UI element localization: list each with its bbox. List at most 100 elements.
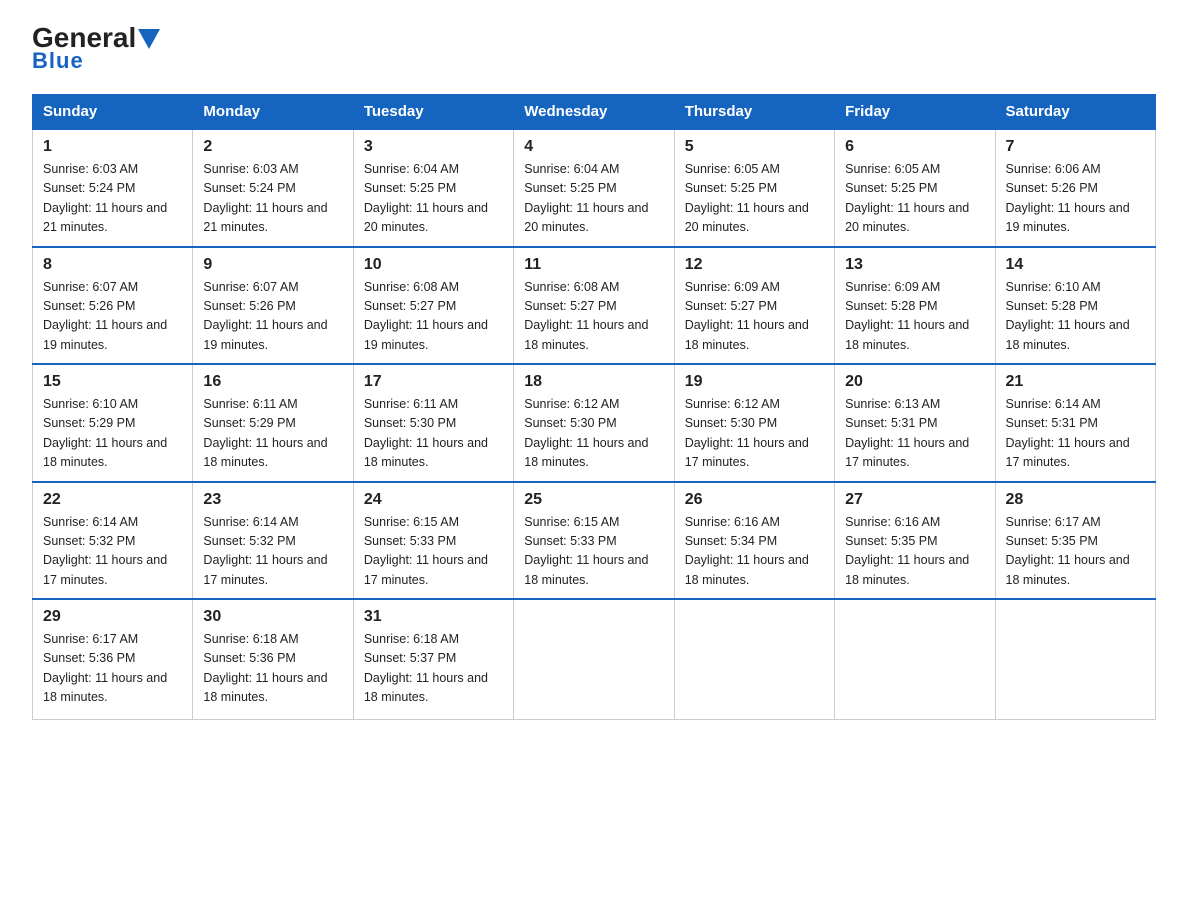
day-info: Sunrise: 6:15 AMSunset: 5:33 PMDaylight:… <box>364 513 503 591</box>
day-number: 12 <box>685 256 824 274</box>
day-number: 5 <box>685 138 824 156</box>
day-number: 19 <box>685 373 824 391</box>
calendar-cell: 6 Sunrise: 6:05 AMSunset: 5:25 PMDaylight… <box>835 129 995 247</box>
header-day-saturday: Saturday <box>995 95 1155 130</box>
calendar-cell: 14Sunrise: 6:10 AMSunset: 5:28 PMDayligh… <box>995 247 1155 365</box>
calendar-cell <box>995 599 1155 719</box>
calendar-cell: 8Sunrise: 6:07 AMSunset: 5:26 PMDaylight… <box>33 247 193 365</box>
day-info: Sunrise: 6:16 AMSunset: 5:35 PMDaylight:… <box>845 513 984 591</box>
day-number: 14 <box>1006 256 1145 274</box>
day-number: 10 <box>364 256 503 274</box>
day-info: Sunrise: 6:08 AMSunset: 5:27 PMDaylight:… <box>524 278 663 356</box>
day-info: Sunrise: 6:03 AMSunset: 5:24 PMDaylight:… <box>203 160 342 238</box>
calendar-cell: 13 Sunrise: 6:09 AMSunset: 5:28 PMDayligh… <box>835 247 995 365</box>
header-day-wednesday: Wednesday <box>514 95 674 130</box>
day-info: Sunrise: 6:14 AMSunset: 5:32 PMDaylight:… <box>203 513 342 591</box>
calendar-cell: 28Sunrise: 6:17 AMSunset: 5:35 PMDayligh… <box>995 482 1155 600</box>
calendar-cell: 22 Sunrise: 6:14 AMSunset: 5:32 PMDayligh… <box>33 482 193 600</box>
day-number: 2 <box>203 138 342 156</box>
day-number: 4 <box>524 138 663 156</box>
calendar-cell: 26 Sunrise: 6:16 AMSunset: 5:34 PMDayligh… <box>674 482 834 600</box>
calendar-cell: 24 Sunrise: 6:15 AMSunset: 5:33 PMDayligh… <box>353 482 513 600</box>
day-info: Sunrise: 6:12 AMSunset: 5:30 PMDaylight:… <box>524 395 663 473</box>
day-number: 31 <box>364 608 503 626</box>
header-day-thursday: Thursday <box>674 95 834 130</box>
logo-blue: Blue <box>32 48 84 74</box>
day-info: Sunrise: 6:03 AMSunset: 5:24 PMDaylight:… <box>43 160 182 238</box>
logo: General Blue <box>32 24 160 74</box>
calendar-cell: 30 Sunrise: 6:18 AMSunset: 5:36 PMDayligh… <box>193 599 353 719</box>
day-info: Sunrise: 6:09 AMSunset: 5:28 PMDaylight:… <box>845 278 984 356</box>
day-number: 26 <box>685 491 824 509</box>
day-info: Sunrise: 6:16 AMSunset: 5:34 PMDaylight:… <box>685 513 824 591</box>
day-info: Sunrise: 6:07 AMSunset: 5:26 PMDaylight:… <box>203 278 342 356</box>
calendar-cell: 10 Sunrise: 6:08 AMSunset: 5:27 PMDayligh… <box>353 247 513 365</box>
day-info: Sunrise: 6:09 AMSunset: 5:27 PMDaylight:… <box>685 278 824 356</box>
day-info: Sunrise: 6:08 AMSunset: 5:27 PMDaylight:… <box>364 278 503 356</box>
week-row-1: 1 Sunrise: 6:03 AMSunset: 5:24 PMDaylight… <box>33 129 1156 247</box>
header-row: SundayMondayTuesdayWednesdayThursdayFrid… <box>33 95 1156 130</box>
calendar-cell: 21 Sunrise: 6:14 AMSunset: 5:31 PMDayligh… <box>995 364 1155 482</box>
day-info: Sunrise: 6:04 AMSunset: 5:25 PMDaylight:… <box>524 160 663 238</box>
day-info: Sunrise: 6:17 AMSunset: 5:35 PMDaylight:… <box>1006 513 1145 591</box>
calendar-cell: 27 Sunrise: 6:16 AMSunset: 5:35 PMDayligh… <box>835 482 995 600</box>
calendar-cell: 4 Sunrise: 6:04 AMSunset: 5:25 PMDaylight… <box>514 129 674 247</box>
week-row-4: 22 Sunrise: 6:14 AMSunset: 5:32 PMDayligh… <box>33 482 1156 600</box>
day-number: 6 <box>845 138 984 156</box>
day-info: Sunrise: 6:07 AMSunset: 5:26 PMDaylight:… <box>43 278 182 356</box>
calendar-cell: 31 Sunrise: 6:18 AMSunset: 5:37 PMDayligh… <box>353 599 513 719</box>
day-number: 22 <box>43 491 182 509</box>
calendar-cell: 7Sunrise: 6:06 AMSunset: 5:26 PMDaylight… <box>995 129 1155 247</box>
calendar-table: SundayMondayTuesdayWednesdayThursdayFrid… <box>32 94 1156 720</box>
day-number: 27 <box>845 491 984 509</box>
day-number: 24 <box>364 491 503 509</box>
day-number: 1 <box>43 138 182 156</box>
calendar-cell: 15 Sunrise: 6:10 AMSunset: 5:29 PMDayligh… <box>33 364 193 482</box>
day-number: 30 <box>203 608 342 626</box>
calendar-cell <box>835 599 995 719</box>
logo-triangle-icon <box>138 29 160 49</box>
day-info: Sunrise: 6:04 AMSunset: 5:25 PMDaylight:… <box>364 160 503 238</box>
day-number: 20 <box>845 373 984 391</box>
calendar-cell: 23 Sunrise: 6:14 AMSunset: 5:32 PMDayligh… <box>193 482 353 600</box>
header-day-friday: Friday <box>835 95 995 130</box>
day-info: Sunrise: 6:13 AMSunset: 5:31 PMDaylight:… <box>845 395 984 473</box>
day-info: Sunrise: 6:10 AMSunset: 5:29 PMDaylight:… <box>43 395 182 473</box>
day-number: 15 <box>43 373 182 391</box>
day-info: Sunrise: 6:11 AMSunset: 5:29 PMDaylight:… <box>203 395 342 473</box>
day-info: Sunrise: 6:05 AMSunset: 5:25 PMDaylight:… <box>685 160 824 238</box>
day-info: Sunrise: 6:18 AMSunset: 5:37 PMDaylight:… <box>364 630 503 708</box>
day-number: 3 <box>364 138 503 156</box>
day-info: Sunrise: 6:14 AMSunset: 5:32 PMDaylight:… <box>43 513 182 591</box>
day-number: 29 <box>43 608 182 626</box>
calendar-cell: 5 Sunrise: 6:05 AMSunset: 5:25 PMDaylight… <box>674 129 834 247</box>
day-number: 25 <box>524 491 663 509</box>
day-info: Sunrise: 6:18 AMSunset: 5:36 PMDaylight:… <box>203 630 342 708</box>
day-number: 11 <box>524 256 663 274</box>
calendar-cell: 3 Sunrise: 6:04 AMSunset: 5:25 PMDaylight… <box>353 129 513 247</box>
day-number: 21 <box>1006 373 1145 391</box>
week-row-2: 8Sunrise: 6:07 AMSunset: 5:26 PMDaylight… <box>33 247 1156 365</box>
day-info: Sunrise: 6:17 AMSunset: 5:36 PMDaylight:… <box>43 630 182 708</box>
calendar-cell: 17 Sunrise: 6:11 AMSunset: 5:30 PMDayligh… <box>353 364 513 482</box>
header-day-sunday: Sunday <box>33 95 193 130</box>
day-number: 16 <box>203 373 342 391</box>
day-number: 17 <box>364 373 503 391</box>
calendar-cell: 29 Sunrise: 6:17 AMSunset: 5:36 PMDayligh… <box>33 599 193 719</box>
calendar-cell: 25 Sunrise: 6:15 AMSunset: 5:33 PMDayligh… <box>514 482 674 600</box>
day-number: 23 <box>203 491 342 509</box>
day-info: Sunrise: 6:15 AMSunset: 5:33 PMDaylight:… <box>524 513 663 591</box>
day-info: Sunrise: 6:11 AMSunset: 5:30 PMDaylight:… <box>364 395 503 473</box>
day-info: Sunrise: 6:06 AMSunset: 5:26 PMDaylight:… <box>1006 160 1145 238</box>
header-day-monday: Monday <box>193 95 353 130</box>
day-info: Sunrise: 6:14 AMSunset: 5:31 PMDaylight:… <box>1006 395 1145 473</box>
calendar-cell: 2 Sunrise: 6:03 AMSunset: 5:24 PMDaylight… <box>193 129 353 247</box>
calendar-cell: 9Sunrise: 6:07 AMSunset: 5:26 PMDaylight… <box>193 247 353 365</box>
calendar-cell: 11 Sunrise: 6:08 AMSunset: 5:27 PMDayligh… <box>514 247 674 365</box>
calendar-cell: 12 Sunrise: 6:09 AMSunset: 5:27 PMDayligh… <box>674 247 834 365</box>
week-row-3: 15 Sunrise: 6:10 AMSunset: 5:29 PMDayligh… <box>33 364 1156 482</box>
day-number: 18 <box>524 373 663 391</box>
calendar-cell: 16 Sunrise: 6:11 AMSunset: 5:29 PMDayligh… <box>193 364 353 482</box>
day-info: Sunrise: 6:05 AMSunset: 5:25 PMDaylight:… <box>845 160 984 238</box>
day-number: 13 <box>845 256 984 274</box>
